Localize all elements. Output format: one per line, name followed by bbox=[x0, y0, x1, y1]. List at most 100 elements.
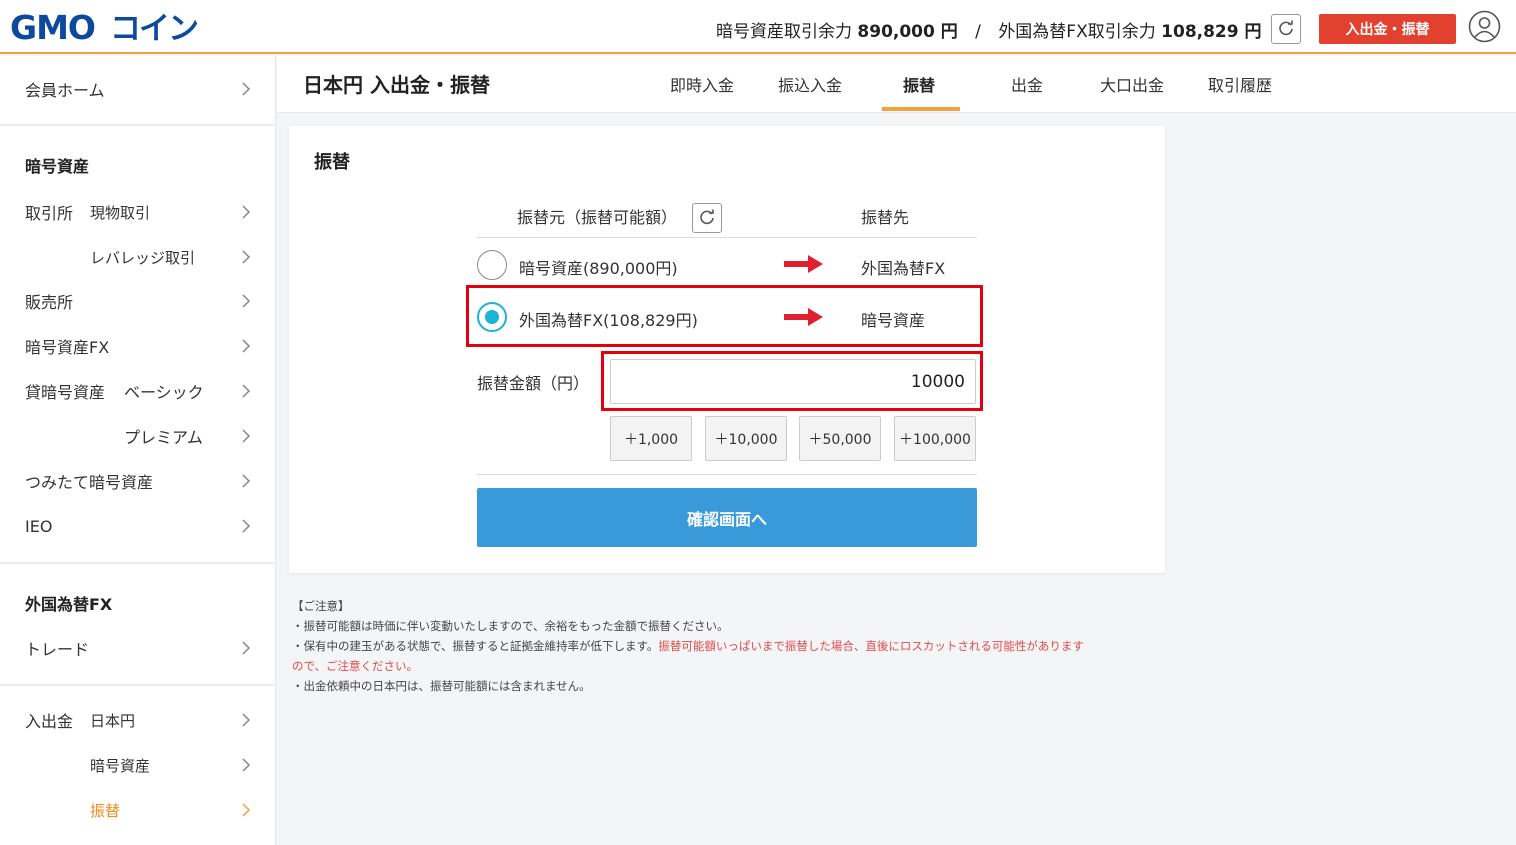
sidebar-item-home[interactable]: 会員ホーム bbox=[0, 69, 276, 109]
note-line: ・出金依頼中の日本円は、振替可能額には含まれません。 bbox=[292, 679, 591, 693]
add-50000-button[interactable]: ＋50,000 bbox=[799, 416, 881, 461]
sidebar-item-trade[interactable]: トレード bbox=[0, 628, 276, 668]
refresh-icon bbox=[700, 209, 714, 225]
sidebar-subitem-label: 暗号資産 bbox=[90, 756, 151, 775]
sidebar-item-label: つみたて暗号資産 bbox=[25, 473, 154, 492]
chevron-right-icon bbox=[242, 384, 251, 398]
radio-fx-to-crypto[interactable] bbox=[477, 302, 507, 332]
option-to-fx: 外国為替FX bbox=[861, 259, 946, 278]
sidebar-heading-crypto: 暗号資産 bbox=[25, 157, 90, 176]
sidebar-item-exchange-spot[interactable]: 取引所 現物取引 bbox=[0, 192, 276, 232]
fx-balance-label: 外国為替FX取引余力 bbox=[998, 22, 1156, 42]
crypto-balance-value: 890,000 円 bbox=[857, 22, 958, 42]
transfer-card: 振替 振替元（振替可能額） 振替先 暗号資産(890,000円) 外国為替FX … bbox=[289, 126, 1165, 573]
sidebar-item-ieo[interactable]: IEO bbox=[0, 506, 276, 546]
tab-large-withdraw[interactable]: 大口出金 bbox=[1100, 72, 1164, 96]
svg-text:GMO: GMO bbox=[10, 9, 95, 45]
chevron-right-icon bbox=[242, 205, 251, 219]
tab-withdraw[interactable]: 出金 bbox=[1011, 72, 1043, 96]
sidebar-heading-fx: 外国為替FX bbox=[25, 595, 113, 614]
user-icon[interactable] bbox=[1468, 10, 1501, 43]
tab-instant-deposit[interactable]: 即時入金 bbox=[670, 72, 734, 96]
amount-input[interactable] bbox=[610, 359, 976, 404]
chevron-right-icon bbox=[242, 641, 251, 655]
deposit-transfer-button[interactable]: 入出金・振替 bbox=[1319, 14, 1456, 44]
chevron-right-icon bbox=[242, 429, 251, 443]
card-title: 振替 bbox=[314, 152, 350, 173]
logo-graphic: GMO コイン bbox=[10, 9, 200, 45]
gmo-coin-logo[interactable]: GMO コイン bbox=[10, 9, 266, 45]
sidebar-item-lending-premium[interactable]: プレミアム bbox=[0, 416, 276, 456]
add-10000-button[interactable]: ＋10,000 bbox=[705, 416, 787, 461]
option-from-fx: 外国為替FX(108,829円) bbox=[519, 311, 698, 330]
row-divider bbox=[477, 474, 977, 475]
tab-transfer[interactable]: 振替 bbox=[903, 72, 935, 96]
notes-section: 【ご注意】 ・振替可能額は時価に伴い変動いたしますので、余裕をもった金額で振替く… bbox=[292, 596, 1172, 696]
tab-bank-deposit[interactable]: 振込入金 bbox=[778, 72, 842, 96]
note-text: ・保有中の建玉がある状態で、振替すると証拠金維持率が低下します。 bbox=[292, 639, 659, 653]
chevron-right-icon bbox=[242, 250, 251, 264]
chevron-right-icon bbox=[242, 713, 251, 727]
active-tab-indicator bbox=[882, 107, 960, 111]
to-column-header: 振替先 bbox=[861, 208, 910, 227]
row-divider bbox=[477, 237, 977, 238]
svg-text:コイン: コイン bbox=[110, 11, 198, 45]
add-1000-button[interactable]: ＋1,000 bbox=[610, 416, 692, 461]
chevron-right-icon bbox=[242, 294, 251, 308]
arrow-right-icon bbox=[784, 308, 823, 326]
header-balances: 暗号資産取引余力 890,000 円 / 外国為替FX取引余力 108,829 … bbox=[716, 17, 1262, 42]
sidebar-item-lending-basic[interactable]: 貸暗号資産 ベーシック bbox=[0, 371, 276, 411]
notes-heading: 【ご注意】 bbox=[292, 599, 350, 613]
sidebar-subitem-label: 日本円 bbox=[90, 711, 136, 730]
sidebar-subitem-label: プレミアム bbox=[124, 428, 203, 447]
top-header: GMO コイン 暗号資産取引余力 890,000 円 / 外国為替FX取引余力 … bbox=[0, 0, 1516, 54]
chevron-right-icon bbox=[242, 803, 251, 817]
sidebar-divider bbox=[0, 684, 276, 686]
sidebar-item-label: 暗号資産FX bbox=[25, 338, 110, 357]
note-warning-continuation: ので、ご注意ください。 bbox=[292, 659, 419, 673]
sidebar-item-deposit-crypto[interactable]: 暗号資産 bbox=[0, 745, 276, 785]
sidebar-subitem-label: 現物取引 bbox=[90, 203, 151, 222]
page-title: 日本円 入出金・振替 bbox=[303, 73, 490, 97]
sidebar-item-label: IEO bbox=[25, 516, 53, 536]
sidebar-item-label: 取引所 bbox=[25, 204, 74, 223]
sidebar-subitem-label: ベーシック bbox=[124, 383, 204, 402]
tab-history[interactable]: 取引履歴 bbox=[1208, 72, 1272, 96]
note-line: ・保有中の建玉がある状態で、振替すると証拠金維持率が低下します。振替可能額いっぱ… bbox=[292, 636, 1172, 656]
refresh-icon bbox=[1279, 20, 1293, 36]
from-column-header: 振替元（振替可能額） bbox=[517, 208, 678, 227]
sidebar-subitem-label: 振替 bbox=[90, 801, 121, 820]
sidebar-item-label: 販売所 bbox=[25, 293, 74, 312]
balance-separator: / bbox=[975, 22, 981, 42]
sidebar-divider bbox=[0, 562, 276, 564]
sidebar-item-label: 入出金 bbox=[25, 712, 74, 731]
sidebar-divider bbox=[0, 124, 276, 126]
available-refresh-button[interactable] bbox=[692, 203, 722, 233]
note-line: ・振替可能額は時価に伴い変動いたしますので、余裕をもった金額で振替ください。 bbox=[292, 619, 729, 633]
sidebar: 会員ホーム 暗号資産 取引所 現物取引 レバレッジ取引 販売所 暗号資産FX 貸… bbox=[0, 56, 276, 845]
sidebar-item-crypto-fx[interactable]: 暗号資産FX bbox=[0, 326, 276, 366]
sidebar-item-tsumitate[interactable]: つみたて暗号資産 bbox=[0, 461, 276, 501]
sidebar-subitem-label: レバレッジ取引 bbox=[90, 248, 196, 267]
crypto-balance-label: 暗号資産取引余力 bbox=[716, 22, 852, 42]
header-refresh-button[interactable] bbox=[1271, 14, 1301, 44]
note-warning-text: 振替可能額いっぱいまで振替した場合、直後にロスカットされる可能性があります bbox=[658, 639, 1084, 653]
arrow-right-icon bbox=[784, 255, 823, 273]
main-header: 日本円 入出金・振替 即時入金 振込入金 振替 出金 大口出金 取引履歴 bbox=[277, 56, 1516, 113]
chevron-right-icon bbox=[242, 474, 251, 488]
sidebar-item-label: トレード bbox=[25, 640, 90, 659]
sidebar-item-label: 貸暗号資産 bbox=[25, 383, 106, 402]
sidebar-item-deposit-jpy[interactable]: 入出金 日本円 bbox=[0, 700, 276, 740]
fx-balance-value: 108,829 円 bbox=[1161, 22, 1262, 42]
radio-crypto-to-fx[interactable] bbox=[477, 250, 507, 280]
sidebar-item-sales[interactable]: 販売所 bbox=[0, 281, 276, 321]
sidebar-item-label: 会員ホーム bbox=[25, 81, 105, 100]
confirm-button[interactable]: 確認画面へ bbox=[477, 488, 977, 547]
sidebar-item-transfer[interactable]: 振替 bbox=[0, 790, 276, 830]
amount-label: 振替金額（円） bbox=[477, 374, 590, 393]
option-to-crypto: 暗号資産 bbox=[861, 311, 926, 330]
chevron-right-icon bbox=[242, 82, 251, 96]
sidebar-item-leverage[interactable]: レバレッジ取引 bbox=[0, 237, 276, 277]
option-from-crypto: 暗号資産(890,000円) bbox=[519, 259, 678, 278]
add-100000-button[interactable]: ＋100,000 bbox=[894, 416, 976, 461]
